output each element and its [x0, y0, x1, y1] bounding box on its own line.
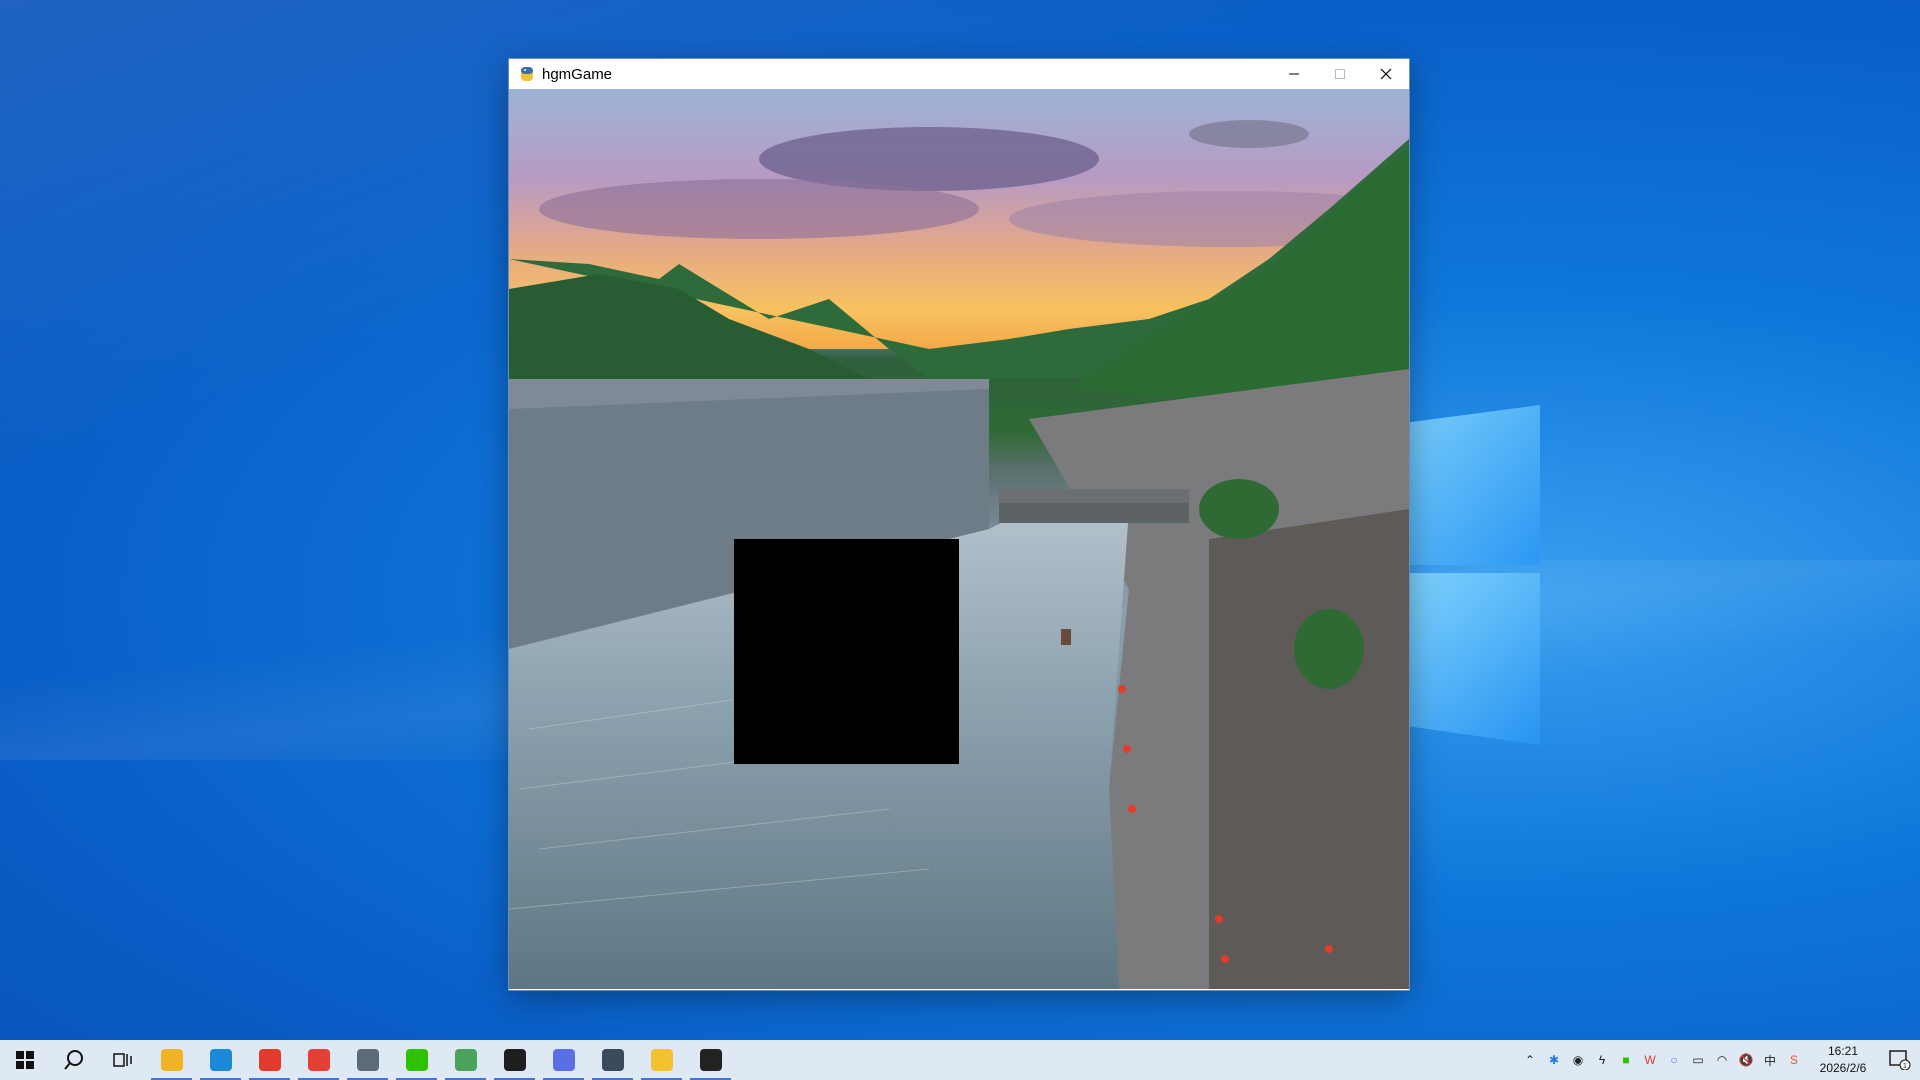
taskbar-app-wps[interactable] — [245, 1040, 294, 1080]
windows-wallpaper-logo — [1395, 385, 1545, 745]
qq-tray-icon[interactable]: ◉ — [1566, 1040, 1590, 1080]
python-game-icon — [650, 1049, 673, 1071]
taskbar-app-python-game[interactable] — [637, 1040, 686, 1080]
close-icon — [1380, 68, 1392, 80]
puzzle-board[interactable] — [509, 89, 1409, 989]
python-icon — [521, 67, 533, 81]
taskbar-app-edge[interactable] — [196, 1040, 245, 1080]
taskbar-app-chrome[interactable] — [294, 1040, 343, 1080]
wechat-tray-icon[interactable]: ■ — [1614, 1040, 1638, 1080]
taskbar-app-terminal[interactable] — [490, 1040, 539, 1080]
puzzle-scene-image — [509, 89, 1409, 989]
taskbar-app-editor[interactable] — [441, 1040, 490, 1080]
wechat-icon — [405, 1049, 428, 1071]
taskbar-app-file-explorer[interactable] — [147, 1040, 196, 1080]
maximize-icon — [1335, 69, 1345, 79]
windows-start-icon — [15, 1051, 34, 1069]
calculator-icon — [356, 1049, 379, 1071]
thunder-icon — [601, 1049, 624, 1071]
browser-icon — [552, 1049, 575, 1071]
taskbar-app-browser[interactable] — [539, 1040, 588, 1080]
maximize-button[interactable] — [1317, 59, 1363, 89]
taskbar-app-qq[interactable] — [686, 1040, 735, 1080]
notification-center-button[interactable]: 1 — [1880, 1040, 1920, 1080]
taskbar-app-thunder[interactable] — [588, 1040, 637, 1080]
taskbar-app-wechat[interactable] — [392, 1040, 441, 1080]
qq-icon — [699, 1049, 722, 1071]
chevron-up-icon[interactable]: ⌃ — [1518, 1040, 1542, 1080]
browser-tray-icon[interactable]: ○ — [1662, 1040, 1686, 1080]
clock-time: 16:21 — [1827, 1044, 1859, 1058]
minimize-button[interactable] — [1271, 59, 1317, 89]
clock[interactable]: 16:21 2026/2/6 — [1806, 1043, 1880, 1077]
edge-icon — [209, 1049, 232, 1071]
file-explorer-icon — [160, 1049, 183, 1071]
wifi-icon[interactable]: ◠ — [1710, 1040, 1734, 1080]
clock-date: 2026/2/6 — [1819, 1061, 1867, 1075]
close-button[interactable] — [1363, 59, 1409, 89]
window-title: hgmGame — [542, 65, 613, 83]
battery-icon[interactable]: ▭ — [1686, 1040, 1710, 1080]
start-button[interactable] — [0, 1040, 49, 1080]
volume-muted-icon[interactable]: 🔇 — [1734, 1040, 1758, 1080]
chrome-icon — [307, 1049, 330, 1071]
editor-icon — [454, 1049, 477, 1071]
terminal-icon — [503, 1049, 526, 1071]
taskbar: ⌃ ✱ ◉ ϟ ■ W ○ ▭ ◠ 🔇 中 S 16:21 2026/2/6 1 — [0, 1040, 1920, 1080]
window-titlebar[interactable]: hgmGame — [509, 59, 1409, 89]
input-method-icon[interactable]: 中 — [1758, 1040, 1782, 1080]
search-icon — [63, 1050, 83, 1070]
thunder-tray-icon[interactable]: ϟ — [1590, 1040, 1614, 1080]
task-view-icon — [112, 1053, 132, 1067]
task-view-button[interactable] — [98, 1040, 147, 1080]
taskbar-app-calculator[interactable] — [343, 1040, 392, 1080]
system-tray: ⌃ ✱ ◉ ϟ ■ W ○ ▭ ◠ 🔇 中 S 16:21 2026/2/6 1 — [1518, 1040, 1920, 1080]
empty-tile — [734, 539, 959, 764]
notification-icon: 1 — [1889, 1050, 1911, 1070]
sogou-icon[interactable]: S — [1782, 1040, 1806, 1080]
wps-tray-icon[interactable]: W — [1638, 1040, 1662, 1080]
search-button[interactable] — [49, 1040, 98, 1080]
wps-icon — [258, 1049, 281, 1071]
game-window[interactable]: hgmGame — [509, 59, 1409, 990]
minimize-icon — [1289, 73, 1299, 75]
notification-count: 1 — [1903, 1063, 1907, 1070]
bluetooth-icon[interactable]: ✱ — [1542, 1040, 1566, 1080]
